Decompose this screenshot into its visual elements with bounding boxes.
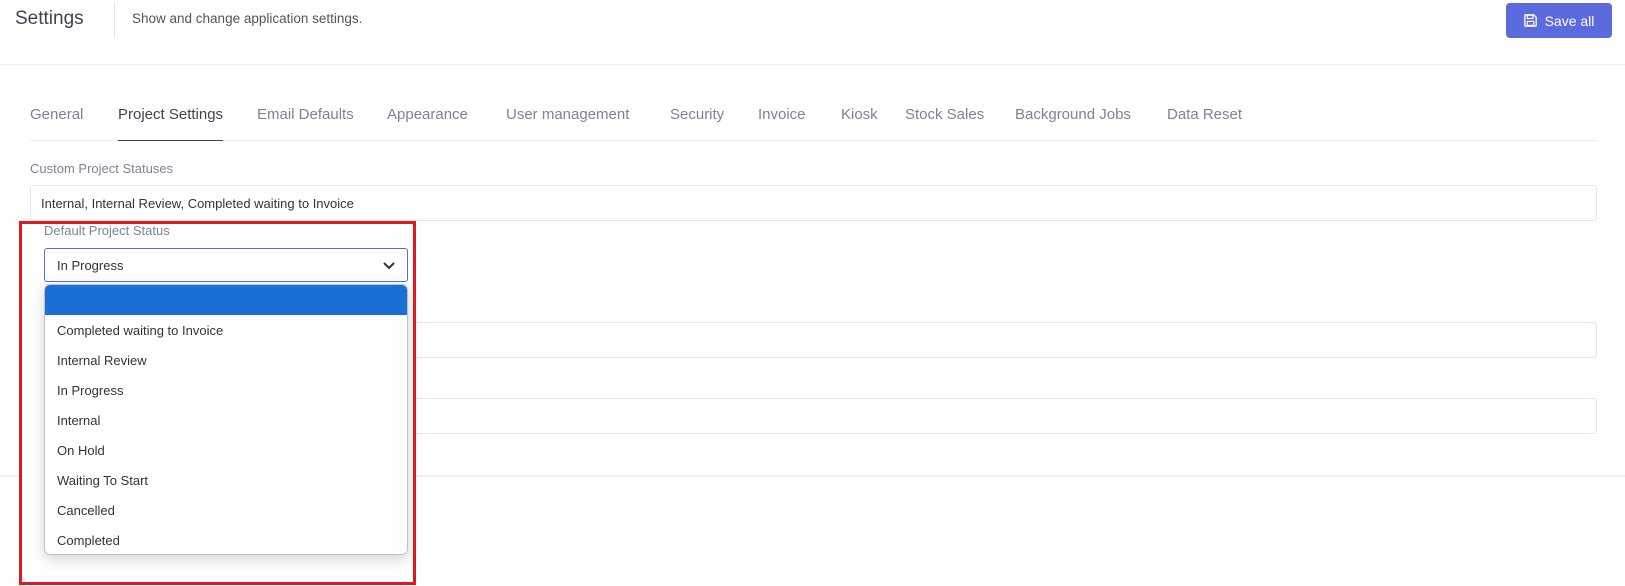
dropdown-option[interactable]: Internal [45,405,407,435]
custom-statuses-input[interactable]: Internal, Internal Review, Completed wai… [30,185,1597,221]
dropdown-option[interactable]: Waiting To Start [45,465,407,495]
dropdown-option[interactable]: Cancelled [45,495,407,525]
tab-project-settings[interactable]: Project Settings [118,105,224,141]
settings-tabs: General Project Settings Email Defaults … [30,105,1597,141]
tab-background-jobs[interactable]: Background Jobs [1015,105,1131,141]
tab-appearance[interactable]: Appearance [387,105,468,141]
dropdown-option[interactable]: Completed [45,525,407,554]
dropdown-option[interactable]: On Hold [45,435,407,465]
tab-stock-sales[interactable]: Stock Sales [905,105,984,141]
save-icon [1523,14,1537,27]
default-status-value: In Progress [57,257,124,273]
page-title: Settings [15,8,84,29]
dropdown-option[interactable]: Completed waiting to Invoice [45,315,407,345]
custom-statuses-label: Custom Project Statuses [30,161,174,176]
tab-kiosk[interactable]: Kiosk [841,105,878,141]
custom-statuses-value: Internal, Internal Review, Completed wai… [41,195,354,211]
dropdown-option[interactable]: In Progress [45,375,407,405]
default-status-label: Default Project Status [44,223,170,238]
tab-general[interactable]: General [30,105,83,141]
header-divider [114,2,115,38]
tab-email-defaults[interactable]: Email Defaults [257,105,354,141]
tab-data-reset[interactable]: Data Reset [1167,105,1242,141]
dropdown-option[interactable]: Internal Review [45,345,407,375]
tab-user-management[interactable]: User management [506,105,629,141]
dropdown-option-empty[interactable] [45,285,407,315]
save-all-button[interactable]: Save all [1506,3,1612,38]
tab-security[interactable]: Security [670,105,724,141]
chevron-down-icon [383,258,395,273]
tab-invoice[interactable]: Invoice [758,105,806,141]
default-status-select[interactable]: In Progress [44,248,408,282]
page-subtitle: Show and change application settings. [132,11,363,26]
default-status-dropdown: Completed waiting to Invoice Internal Re… [44,284,408,555]
save-all-label: Save all [1544,12,1595,29]
page-header: Settings Show and change application set… [0,0,1625,62]
